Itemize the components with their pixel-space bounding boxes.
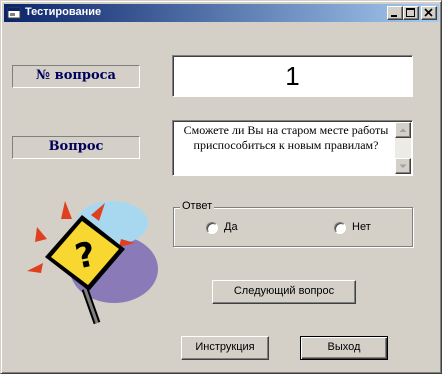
maximize-button[interactable]	[403, 6, 419, 20]
radio-yes-circle[interactable]	[206, 222, 218, 234]
close-button[interactable]	[421, 6, 437, 20]
question-label: Вопрос	[12, 136, 140, 159]
answer-group: Ответ Да Нет	[173, 200, 413, 247]
title-bar[interactable]: Тестирование	[4, 4, 439, 22]
question-text: Сможете ли Вы на старом месте работы при…	[183, 123, 389, 152]
app-window-icon	[7, 7, 21, 19]
scroll-down-button[interactable]	[395, 158, 411, 174]
question-sign-icon: ?	[27, 201, 158, 325]
instruction-button[interactable]: Инструкция	[181, 336, 269, 360]
question-number-display: 1	[172, 55, 413, 97]
exit-button[interactable]: Выход	[300, 336, 388, 360]
answer-group-legend: Ответ	[180, 200, 215, 212]
test-window: Тестирование № вопроса 1 Вопрос Сможете …	[0, 0, 442, 374]
question-scrollbar[interactable]	[395, 122, 411, 174]
close-icon	[424, 8, 433, 17]
next-question-button[interactable]: Следующий вопрос	[212, 280, 356, 304]
question-number-label: № вопроса	[12, 65, 140, 88]
arrow-up-icon	[399, 128, 407, 132]
minimize-button[interactable]	[387, 6, 403, 20]
answer-no-label[interactable]: Нет	[352, 221, 371, 233]
scroll-up-button[interactable]	[395, 122, 411, 138]
answer-yes-label[interactable]: Да	[224, 221, 238, 233]
arrow-down-icon	[399, 164, 407, 168]
window-title: Тестирование	[25, 6, 102, 18]
question-text-box[interactable]: Сможете ли Вы на старом месте работы при…	[172, 120, 413, 176]
radio-no-circle[interactable]	[334, 222, 346, 234]
maximize-icon	[406, 8, 415, 17]
minimize-icon	[391, 15, 397, 17]
